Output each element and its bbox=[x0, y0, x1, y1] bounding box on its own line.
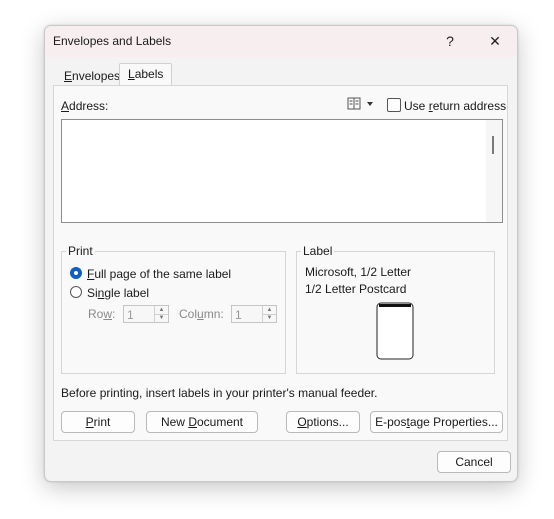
label-preview-icon bbox=[376, 302, 414, 360]
column-value: 1 bbox=[235, 308, 242, 322]
tab-label-post: nvelopes bbox=[72, 69, 121, 83]
column-label-accel: u bbox=[197, 307, 204, 321]
row-down-arrow-icon[interactable]: ▼ bbox=[155, 314, 168, 322]
address-label: Address: bbox=[61, 99, 108, 113]
label-product: 1/2 Letter Postcard bbox=[305, 282, 407, 296]
print-button-accel: P bbox=[85, 415, 94, 429]
envelopes-and-labels-dialog: Envelopes and Labels ? ✕ Envelopes Label… bbox=[44, 25, 518, 482]
new-document-pre: New bbox=[160, 415, 189, 429]
print-button[interactable]: Print bbox=[61, 411, 135, 433]
row-value: 1 bbox=[127, 308, 134, 322]
label-group-legend: Label bbox=[301, 244, 335, 258]
column-label-pre: Col bbox=[179, 307, 198, 321]
single-label-pre: Si bbox=[87, 286, 98, 300]
help-button[interactable]: ? bbox=[435, 30, 465, 52]
new-document-accel: D bbox=[188, 415, 197, 429]
help-icon: ? bbox=[446, 33, 454, 49]
address-scrollbar[interactable] bbox=[486, 120, 502, 222]
return-label-post: eturn address bbox=[432, 99, 507, 113]
close-button[interactable]: ✕ bbox=[480, 30, 510, 52]
row-spinner-buttons: ▲ ▼ bbox=[154, 306, 168, 322]
close-icon: ✕ bbox=[489, 32, 501, 49]
tab-labels[interactable]: Labels bbox=[119, 63, 173, 86]
single-label-post: gle label bbox=[104, 286, 150, 300]
address-book-icon bbox=[347, 97, 373, 110]
return-label-pre: Use bbox=[404, 99, 429, 113]
address-book-button[interactable] bbox=[346, 96, 376, 112]
epostage-post: age Properties... bbox=[409, 415, 498, 429]
tab-label-accel: E bbox=[64, 69, 73, 83]
options-button[interactable]: Options... bbox=[286, 411, 360, 433]
new-document-button[interactable]: New Document bbox=[146, 411, 258, 433]
address-label-accel: A bbox=[61, 99, 70, 113]
scrollbar-thumb[interactable] bbox=[492, 136, 494, 154]
tab-label-post: abels bbox=[134, 67, 164, 81]
options-accel: O bbox=[297, 415, 307, 429]
use-return-address-label[interactable]: Use return address bbox=[404, 99, 506, 113]
print-group: Print Full page of the same label Single… bbox=[61, 244, 286, 374]
use-return-address-checkbox[interactable] bbox=[387, 98, 401, 112]
print-button-post: rint bbox=[93, 415, 111, 429]
column-spinner-buttons: ▲ ▼ bbox=[262, 306, 276, 322]
column-down-arrow-icon[interactable]: ▼ bbox=[263, 314, 276, 322]
cancel-label: Cancel bbox=[455, 455, 493, 469]
labels-panel: Address: Use return address Print Full p… bbox=[53, 85, 508, 441]
new-document-post: ocument bbox=[196, 415, 244, 429]
cancel-button[interactable]: Cancel bbox=[437, 451, 511, 473]
dialog-title: Envelopes and Labels bbox=[53, 34, 172, 48]
column-label-post: mn: bbox=[203, 307, 224, 321]
full-page-radio[interactable] bbox=[70, 267, 82, 279]
print-group-legend: Print bbox=[66, 244, 95, 258]
epostage-properties-button[interactable]: E-postage Properties... bbox=[370, 411, 503, 433]
label-group[interactable]: Label Microsoft, 1/2 Letter 1/2 Letter P… bbox=[296, 244, 495, 374]
row-label-pre: Ro bbox=[88, 307, 104, 321]
row-label: Row: bbox=[88, 307, 115, 321]
address-label-post: ddress: bbox=[69, 99, 109, 113]
title-bar: Envelopes and Labels ? ✕ bbox=[45, 26, 517, 57]
row-label-accel: w bbox=[103, 307, 113, 321]
full-page-label[interactable]: Full page of the same label bbox=[87, 267, 231, 281]
epostage-pre: E-pos bbox=[375, 415, 407, 429]
feeder-hint: Before printing, insert labels in your p… bbox=[61, 386, 378, 400]
label-vendor: Microsoft, 1/2 Letter bbox=[305, 265, 412, 279]
single-label-radio[interactable] bbox=[70, 286, 82, 298]
full-page-label-post: ull page of the same label bbox=[94, 267, 232, 281]
options-post: ptions... bbox=[306, 415, 349, 429]
column-label: Column: bbox=[179, 307, 224, 321]
tab-label-accel: L bbox=[128, 67, 135, 81]
tab-envelopes[interactable]: Envelopes bbox=[55, 65, 130, 86]
single-label-label[interactable]: Single label bbox=[87, 286, 149, 300]
row-spinner[interactable]: 1 ▲ ▼ bbox=[123, 305, 169, 323]
row-label-post: : bbox=[112, 307, 116, 321]
address-textarea[interactable] bbox=[61, 119, 503, 223]
column-spinner[interactable]: 1 ▲ ▼ bbox=[231, 305, 277, 323]
